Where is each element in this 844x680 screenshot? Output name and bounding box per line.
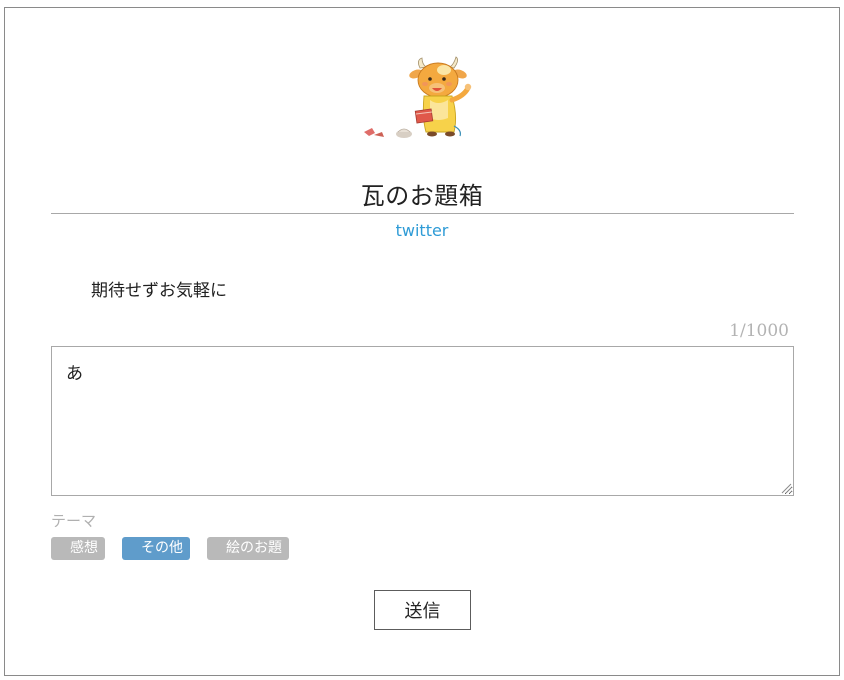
theme-tag-group: 感想 その他 絵のお題: [51, 537, 306, 560]
title-divider: [51, 213, 794, 214]
character-counter: 1/1000: [729, 321, 789, 341]
submit-button[interactable]: 送信: [374, 590, 471, 630]
cow-mascot-illustration: [364, 56, 472, 138]
message-textarea[interactable]: [51, 346, 794, 496]
twitter-link[interactable]: twitter: [0, 221, 844, 240]
theme-tag-impression[interactable]: 感想: [51, 537, 105, 560]
resize-handle-icon[interactable]: [781, 483, 792, 494]
theme-label: テーマ: [51, 512, 97, 530]
description-text: 期待せずお気軽に: [91, 281, 227, 301]
theme-tag-other[interactable]: その他: [122, 537, 190, 560]
theme-tag-drawing-prompt[interactable]: 絵のお題: [207, 537, 289, 560]
page-title: 瓦のお題箱: [360, 182, 484, 210]
